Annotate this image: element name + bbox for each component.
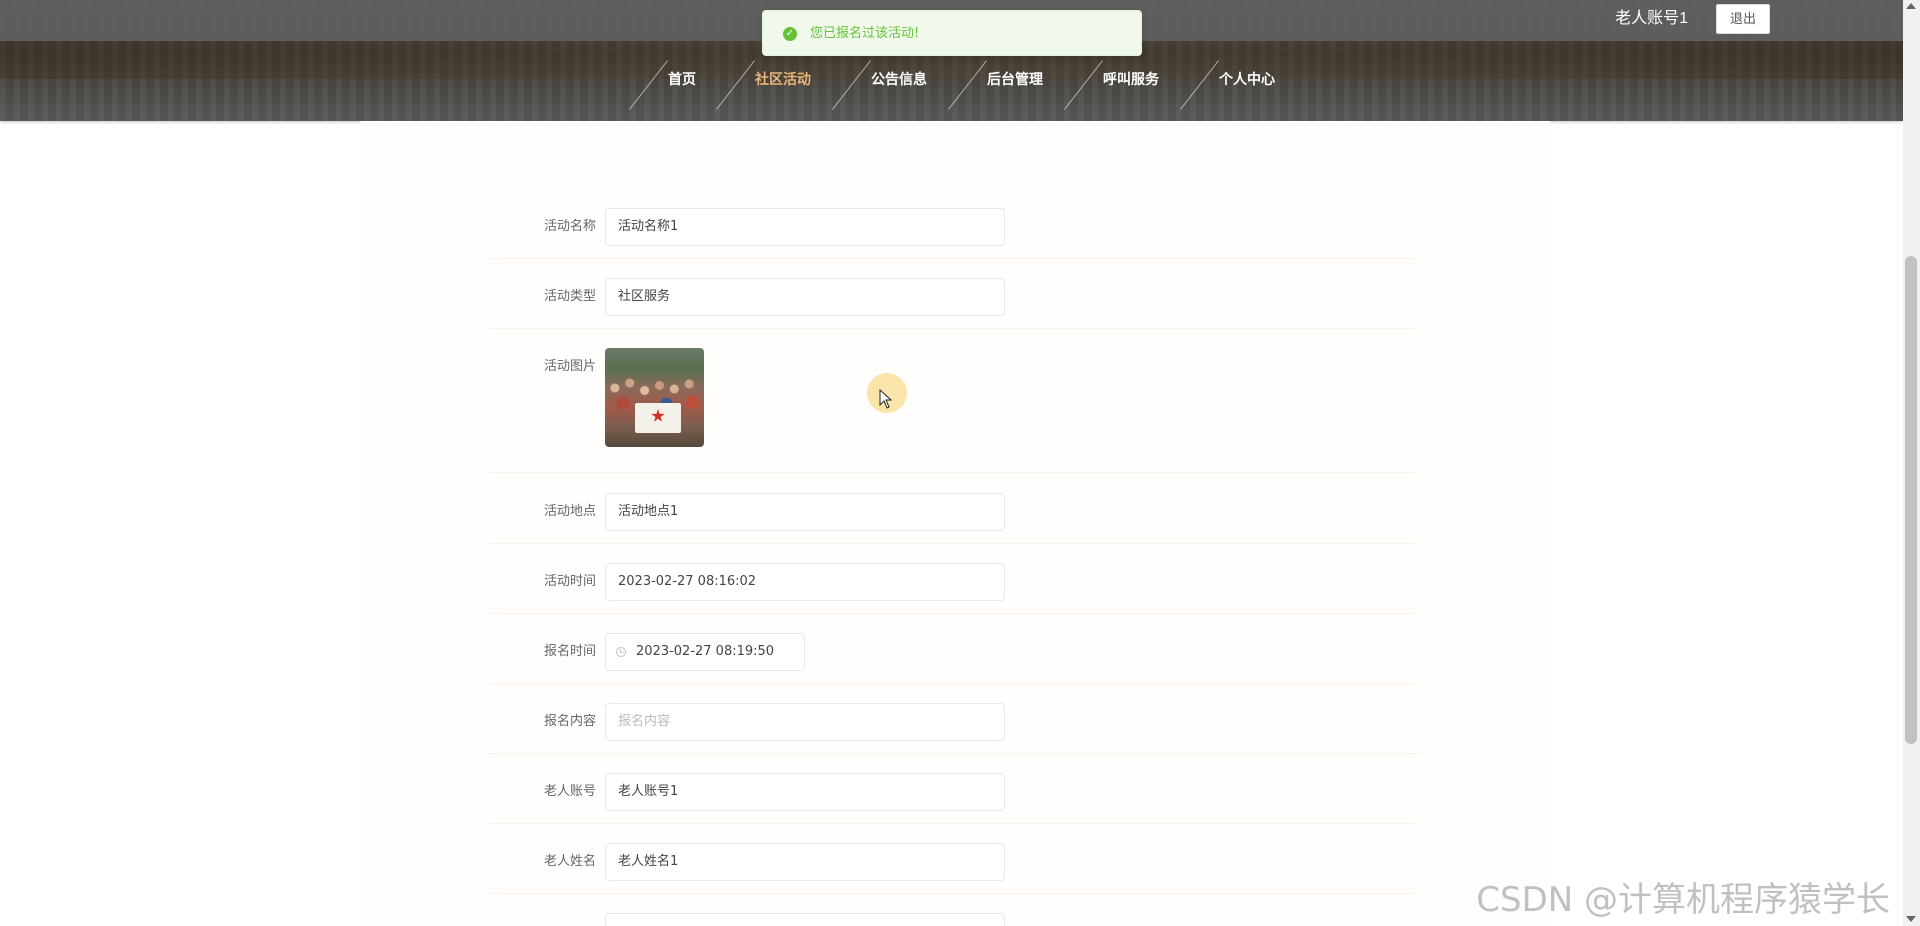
- nav-announcements[interactable]: 公告信息: [864, 60, 934, 100]
- clock-icon: [616, 647, 626, 657]
- nav-call-service[interactable]: 呼叫服务: [1096, 60, 1166, 100]
- check-circle-icon: ✓: [783, 27, 797, 41]
- form-row-activity-type: 活动类型 社区服务: [488, 278, 1418, 329]
- form-row-signup-time: 报名时间 2023-02-27 08:19:50: [488, 633, 1418, 684]
- scroll-up-icon[interactable]: [1906, 3, 1916, 9]
- form-row-activity-image: 活动图片: [488, 348, 1418, 473]
- activity-time-input[interactable]: 2023-02-27 08:16:02: [605, 563, 1005, 601]
- elder-name-label: 老人姓名: [543, 854, 596, 869]
- activity-name-label: 活动名称: [543, 219, 596, 234]
- success-toast: ✓ 您已报名过该活动!: [762, 10, 1142, 56]
- nav-home[interactable]: 首页: [660, 60, 704, 100]
- main-nav: 首页 社区活动 公告信息 后台管理 呼叫服务 个人中心: [0, 60, 1903, 110]
- activity-location-input[interactable]: 活动地点1: [605, 493, 1005, 531]
- elder-account-label: 老人账号: [543, 784, 596, 799]
- page: 老人账号1 退出 首页 社区活动 公告信息 后台管理 呼叫服务 个人中心 ✓ 您…: [0, 0, 1920, 926]
- signup-time-picker[interactable]: 2023-02-27 08:19:50: [605, 633, 805, 671]
- activity-time-label: 活动时间: [543, 574, 596, 589]
- form-row-elder-name: 老人姓名 老人姓名1: [488, 843, 1418, 894]
- signup-time-label: 报名时间: [543, 644, 596, 659]
- elder-name-input[interactable]: 老人姓名1: [605, 843, 1005, 881]
- activity-type-label: 活动类型: [543, 289, 596, 304]
- mouse-cursor-icon: [879, 389, 893, 409]
- toast-message: 您已报名过该活动!: [810, 26, 920, 41]
- activity-image-label: 活动图片: [543, 359, 596, 374]
- form-row-activity-time: 活动时间 2023-02-27 08:16:02: [488, 563, 1418, 614]
- activity-name-input[interactable]: 活动名称1: [605, 208, 1005, 246]
- activity-image[interactable]: [605, 348, 704, 447]
- logout-button[interactable]: 退出: [1716, 4, 1770, 34]
- scrollbar-thumb[interactable]: [1905, 256, 1917, 744]
- form-row-activity-location: 活动地点 活动地点1: [488, 493, 1418, 544]
- form-row-signup-content: 报名内容 报名内容: [488, 703, 1418, 754]
- activity-location-label: 活动地点: [543, 504, 596, 519]
- nav-community-activity[interactable]: 社区活动: [748, 60, 818, 100]
- elder-account-input[interactable]: 老人账号1: [605, 773, 1005, 811]
- signup-content-label: 报名内容: [543, 714, 596, 729]
- user-name: 老人账号1: [1615, 10, 1688, 27]
- watermark: CSDN @计算机程序猿学长: [1476, 880, 1890, 920]
- signup-time-value: 2023-02-27 08:19:50: [636, 644, 775, 659]
- scroll-down-icon[interactable]: [1906, 916, 1916, 922]
- next-input[interactable]: [605, 913, 1005, 926]
- form-row-elder-account: 老人账号 老人账号1: [488, 773, 1418, 824]
- nav-personal-center[interactable]: 个人中心: [1212, 60, 1282, 100]
- form-row-activity-name: 活动名称 活动名称1: [488, 208, 1418, 259]
- activity-type-input[interactable]: 社区服务: [605, 278, 1005, 316]
- form-row-next: [488, 913, 1418, 926]
- nav-admin[interactable]: 后台管理: [980, 60, 1050, 100]
- signup-content-input[interactable]: 报名内容: [605, 703, 1005, 741]
